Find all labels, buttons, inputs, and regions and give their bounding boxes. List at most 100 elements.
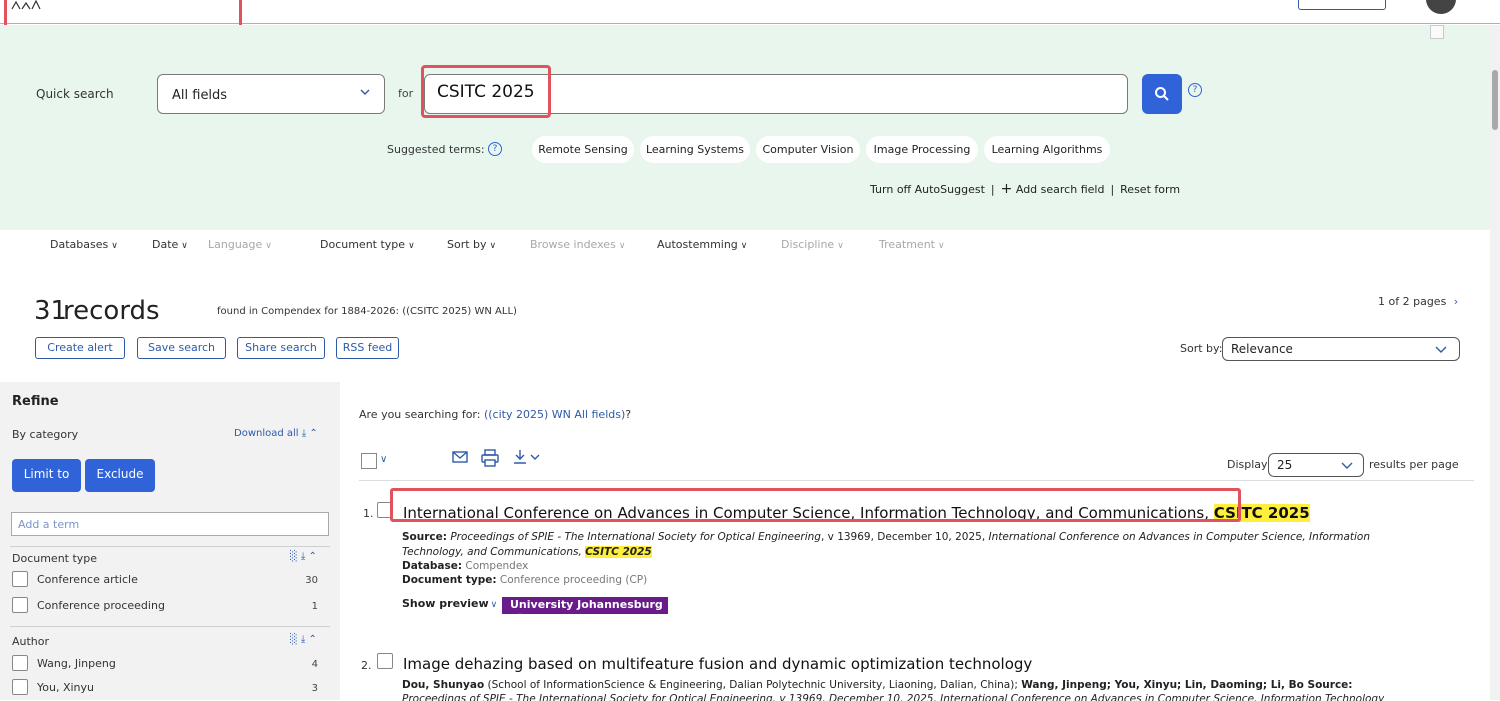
facet-item-label: Conference article [37,573,138,586]
filter-sort-by[interactable]: Sort by ∨ [447,238,496,251]
chevron-down-icon: ∨ [490,600,498,610]
exclude-button[interactable]: Exclude [85,459,155,492]
facet-item-label: You, Xinyu [37,681,94,694]
show-preview-toggle[interactable]: Show preview ∨ [402,597,497,610]
result-authors-rest[interactable]: Wang, Jinpeng; You, Xinyu; Lin, Daoming;… [1021,679,1352,691]
create-alert-button[interactable]: Create alert [35,337,125,359]
search-utility-links: Turn off AutoSuggest | + Add search field |… [870,181,1180,197]
chevron-up-icon[interactable]: ⌃ [309,551,317,562]
email-icon[interactable] [451,448,469,466]
database-label: Database: [402,560,463,572]
user-avatar[interactable] [1426,0,1456,14]
facet-document-type-heading[interactable]: Document type [12,552,97,565]
did-you-mean-link[interactable]: ((city 2025) WN All fields) [484,408,625,421]
result-title-link[interactable]: Image dehazing based on multifeature fus… [403,655,1032,673]
limit-to-button[interactable]: Limit to [12,459,81,492]
results-per-page-select[interactable]: 25 [1268,453,1364,477]
query-highlight-box [421,65,551,118]
full-text-link-button[interactable]: University Johannesburg ↗ [502,597,668,624]
facet-checkbox[interactable] [12,571,28,587]
source-label: Source: [402,531,447,543]
chip-remote-sensing[interactable]: Remote Sensing [532,136,634,163]
result-document-type: Document type: Conference proceeding (CP… [402,574,647,586]
download-all-text: Download all [234,428,299,439]
chart-icon[interactable]: ░ [290,634,298,645]
show-preview-label: Show preview [402,597,489,610]
share-search-button[interactable]: Share search [237,337,325,359]
sort-by-label: Sort by: [1180,342,1223,355]
by-category-label: By category [12,428,79,441]
add-search-field-link[interactable]: Add search field [1016,183,1105,196]
filter-date[interactable]: Date ∨ [152,238,188,251]
filter-document-type[interactable]: Document type ∨ [320,238,415,251]
filter-discipline-label: Discipline [781,238,835,251]
external-link-icon: ↗ [514,611,524,624]
download-icon[interactable]: ⤓ [301,634,305,645]
save-search-button[interactable]: Save search [137,337,226,359]
for-label: for [398,87,414,100]
turn-off-autosuggest-link[interactable]: Turn off AutoSuggest [870,183,985,196]
did-you-mean-suffix: ? [625,408,632,421]
download-all-link[interactable]: Download all ⤓ ⌃ [234,428,318,439]
search-button[interactable] [1142,74,1182,114]
rss-feed-button[interactable]: RSS feed [336,337,399,359]
scrollbar-thumb[interactable] [1492,70,1498,130]
full-text-link-label: University Johannesburg [510,598,663,611]
facet-checkbox[interactable] [12,655,28,671]
page-indicator[interactable]: 1 of 2 pages › [1378,295,1458,308]
result-number: 2. [361,659,372,672]
search-help-icon[interactable]: ? [1188,83,1202,97]
facet-count: 1 [311,601,318,612]
chip-image-processing[interactable]: Image Processing [866,136,978,163]
chevron-right-icon[interactable]: › [1454,295,1458,308]
download-icon[interactable]: ⤓ [301,551,305,562]
filter-browse-indexes-label: Browse indexes [530,238,616,251]
print-icon[interactable] [480,448,500,468]
search-field-select[interactable]: All fields [157,74,385,114]
filter-treatment: Treatment ∨ [879,238,945,251]
chevron-down-icon [360,89,370,95]
facet-author-heading[interactable]: Author [12,635,49,648]
facet-checkbox[interactable] [12,679,28,695]
result-checkbox[interactable] [377,653,393,669]
top-right-button[interactable] [1298,0,1386,10]
download-icon[interactable] [512,448,542,466]
chip-learning-systems[interactable]: Learning Systems [640,136,750,163]
separator: | [990,183,995,196]
results-main: Are you searching for: ((city 2025) WN A… [342,382,1490,701]
top-bar [0,0,1500,28]
filter-discipline: Discipline ∨ [781,238,844,251]
sort-by-select[interactable]: Relevance [1222,337,1460,361]
facet-count: 30 [305,575,318,586]
filter-autostemming[interactable]: Autostemming ∨ [657,238,747,251]
chevron-up-icon[interactable]: ⌃ [309,428,317,439]
separator: | [1110,183,1115,196]
reset-form-link[interactable]: Reset form [1120,183,1180,196]
document-type-label: Document type: [402,574,497,586]
found-text: found in Compendex for 1884-2026: ((CSIT… [217,306,517,317]
vertical-scrollbar[interactable] [1490,25,1500,700]
filter-bar: Databases ∨ Date ∨ Language ∨ Document type… [0,238,1490,260]
select-all-checkbox[interactable] [361,453,377,469]
display-label: Display: [1227,458,1271,471]
chip-computer-vision[interactable]: Computer Vision [756,136,860,163]
add-term-input[interactable]: Add a term [11,512,329,536]
chart-icon[interactable]: ░ [290,551,298,562]
filter-sort-by-label: Sort by [447,238,487,251]
suggested-terms-text: Suggested terms: [387,143,485,156]
chevron-down-icon: ∨ [265,241,272,251]
chip-learning-algorithms[interactable]: Learning Algorithms [984,136,1110,163]
chevron-down-icon[interactable]: ∨ [380,454,387,465]
sort-by-value: Relevance [1231,342,1293,356]
chevron-up-icon[interactable]: ⌃ [309,634,317,645]
facet-checkbox[interactable] [12,597,28,613]
refine-heading: Refine [12,394,59,409]
facet-count: 4 [311,659,318,670]
result-author[interactable]: Dou, Shunyao [402,679,484,691]
facet-author-tools: ░ ⤓ ⌃ [290,634,317,645]
page-indicator-text: 1 of 2 pages [1378,295,1447,308]
suggested-help-icon[interactable]: ? [488,142,502,156]
filter-databases[interactable]: Databases ∨ [50,238,118,251]
facet-document-type-tools: ░ ⤓ ⌃ [290,551,317,562]
chevron-down-icon [1435,346,1447,353]
